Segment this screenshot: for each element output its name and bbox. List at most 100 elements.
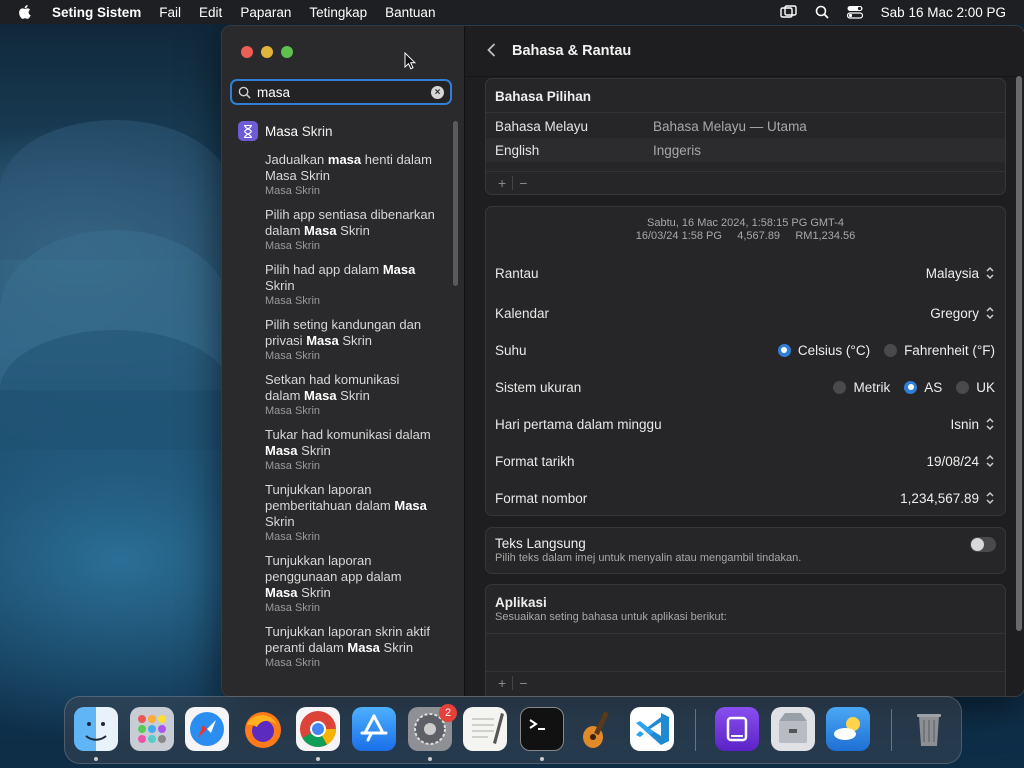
menu-window[interactable]: Tetingkap — [309, 5, 367, 20]
weather-icon[interactable] — [826, 707, 870, 751]
region-popup[interactable]: Malaysia — [926, 265, 995, 281]
search-result-subtitle: Masa Skrin — [265, 602, 321, 614]
calendar-row: Kalendar Gregory — [495, 303, 995, 323]
calendar-label: Kalendar — [495, 305, 550, 321]
chrome-icon[interactable] — [296, 707, 340, 751]
number-format-label: Format nombor — [495, 490, 588, 506]
us-radio[interactable]: AS — [904, 380, 942, 395]
language-name: Bahasa Melayu — [495, 118, 589, 134]
safari-icon[interactable] — [185, 707, 229, 751]
language-row[interactable]: English Inggeris — [486, 138, 1005, 162]
running-indicator — [94, 757, 98, 761]
search-result-item[interactable]: Pilih app sentiasa dibenarkan dalam Masa… — [222, 207, 458, 253]
screen-mirroring-icon[interactable] — [779, 5, 797, 19]
sidebar-scrollbar[interactable] — [453, 121, 458, 286]
updown-chevron-icon — [986, 454, 994, 468]
menu-file[interactable]: Fail — [159, 5, 181, 20]
metric-radio[interactable]: Metrik — [833, 380, 890, 395]
menu-app-name[interactable]: Seting Sistem — [52, 5, 141, 20]
remove-application-button[interactable]: − — [513, 675, 533, 691]
minimize-window-button[interactable] — [261, 46, 273, 58]
dock: 2 — [64, 696, 962, 764]
system-settings-icon[interactable]: 2 — [408, 704, 457, 751]
date-format-value: 19/08/24 — [926, 453, 979, 469]
menu-help[interactable]: Bantuan — [385, 5, 435, 20]
date-format-popup[interactable]: 19/08/24 — [926, 453, 995, 469]
dock-divider — [695, 709, 696, 751]
sidebar: × Masa Skrin Jadualkan masa henti dalam … — [222, 26, 465, 696]
back-chevron-icon[interactable] — [487, 41, 496, 62]
add-application-button[interactable]: + — [492, 675, 512, 691]
running-indicator — [540, 757, 544, 761]
celsius-radio[interactable]: Celsius (°C) — [777, 343, 870, 358]
region-value: Malaysia — [925, 265, 979, 281]
live-text-toggle[interactable] — [970, 537, 996, 552]
search-result-item[interactable]: Tunjukkan laporan pemberitahuan dalam Ma… — [222, 482, 458, 544]
result-title-match: Masa — [306, 333, 339, 348]
podcast-app-icon[interactable] — [715, 707, 759, 751]
add-language-button[interactable]: + — [492, 175, 512, 191]
uk-radio[interactable]: UK — [956, 380, 995, 395]
wallpaper-ridge — [0, 330, 230, 450]
close-window-button[interactable] — [241, 46, 253, 58]
textedit-icon[interactable] — [463, 707, 507, 751]
terminal-icon[interactable] — [520, 707, 564, 751]
result-title-match: Masa — [265, 585, 298, 600]
search-result-item[interactable]: Pilih seting kandungan dan privasi Masa … — [222, 317, 458, 363]
result-group-screen-time[interactable]: Masa Skrin — [222, 119, 458, 143]
language-value: Bahasa Melayu — Utama — [653, 118, 807, 134]
uk-label: UK — [976, 379, 995, 395]
divider — [486, 633, 1005, 634]
app-store-icon[interactable] — [352, 707, 396, 751]
region-label: Rantau — [495, 265, 539, 281]
result-title-text: Skrin — [336, 388, 370, 403]
remove-language-button[interactable]: − — [513, 175, 533, 191]
menu-view[interactable]: Paparan — [240, 5, 291, 20]
trash-icon[interactable] — [907, 707, 951, 751]
garageband-icon[interactable] — [575, 707, 619, 751]
search-result-item[interactable]: Tukar had komunikasi dalam Masa Skrin Mas… — [222, 427, 458, 473]
fahrenheit-radio[interactable]: Fahrenheit (°F) — [884, 343, 995, 358]
number-format-popup[interactable]: 1,234,567.89 — [900, 490, 995, 506]
radio-unselected-icon — [884, 343, 898, 357]
launchpad-icon[interactable] — [130, 707, 174, 751]
menu-edit[interactable]: Edit — [199, 5, 222, 20]
search-result-title: Jadualkan masa henti dalam Masa Skrin — [265, 152, 436, 184]
search-result-item[interactable]: Tunjukkan laporan skrin aktif peranti da… — [222, 624, 458, 670]
firefox-icon[interactable] — [241, 707, 285, 751]
search-result-subtitle: Masa Skrin — [265, 295, 321, 307]
search-field[interactable]: × — [230, 79, 452, 105]
spotlight-search-icon[interactable] — [815, 5, 829, 19]
menubar-clock[interactable]: Sab 16 Mac 2:00 PG — [881, 5, 1006, 20]
control-center-icon[interactable] — [846, 5, 863, 19]
search-result-item[interactable]: Jadualkan masa henti dalam Masa Skrin Mas… — [222, 152, 458, 198]
search-result-title: Pilih had app dalam Masa Skrin — [265, 262, 436, 294]
vscode-icon[interactable] — [630, 707, 674, 751]
search-result-item[interactable]: Setkan had komunikasi dalam Masa Skrin Ma… — [222, 372, 458, 418]
temperature-label: Suhu — [495, 342, 527, 358]
radio-selected-icon — [777, 343, 791, 357]
result-title-text: Jadualkan — [265, 152, 328, 167]
calendar-popup[interactable]: Gregory — [930, 305, 995, 321]
page-title: Bahasa & Rantau — [512, 43, 632, 59]
detail-scrollbar[interactable] — [1016, 76, 1022, 631]
zoom-window-button[interactable] — [281, 46, 293, 58]
measurement-options: Metrik AS UK — [819, 380, 995, 395]
clear-search-icon[interactable]: × — [431, 86, 444, 99]
search-input[interactable] — [257, 84, 427, 100]
result-title-text: Skrin — [338, 333, 372, 348]
updown-chevron-icon — [986, 306, 994, 320]
result-title-text: Skrin — [379, 640, 414, 655]
apple-logo-icon[interactable] — [18, 4, 32, 20]
language-row[interactable]: Bahasa Melayu Bahasa Melayu — Utama — [486, 114, 1005, 138]
number-format-value: 1,234,567.89 — [900, 490, 979, 506]
updown-chevron-icon — [986, 491, 994, 505]
finder-icon[interactable] — [74, 707, 118, 751]
running-indicator — [316, 757, 320, 761]
first-day-popup[interactable]: Isnin — [950, 416, 995, 432]
applications-heading: Aplikasi — [495, 595, 547, 610]
search-result-item[interactable]: Tunjukkan laporan penggunaan app dalam M… — [222, 553, 458, 615]
archive-utility-icon[interactable] — [771, 707, 815, 751]
date-format-row: Format tarikh 19/08/24 — [495, 451, 995, 471]
search-result-item[interactable]: Pilih had app dalam Masa Skrin Masa Skrin — [222, 262, 458, 308]
